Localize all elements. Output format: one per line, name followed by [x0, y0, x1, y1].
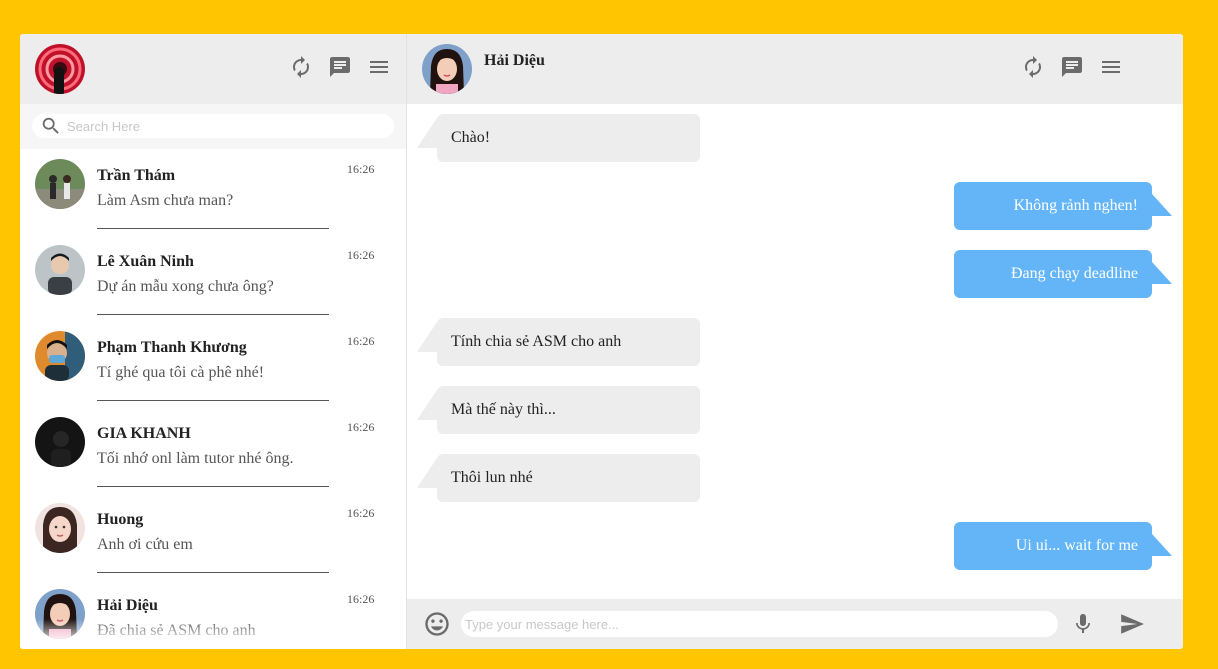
contact-name: Phạm Thanh Khương [97, 339, 247, 356]
contact-name: Hải Diệu [97, 597, 158, 614]
contact-preview: Tối nhớ onl làm tutor nhé ông. [97, 450, 294, 467]
contact-divider [97, 486, 329, 487]
microphone-icon[interactable] [1071, 611, 1095, 637]
contact-preview: Dự án mẫu xong chưa ông? [97, 278, 274, 295]
contact-item[interactable]: GIA KHANH Tối nhớ onl làm tutor nhé ông.… [20, 407, 406, 493]
contact-avatar [35, 159, 85, 209]
contact-name: GIA KHANH [97, 425, 191, 442]
message-outgoing: Đang chạy deadline [954, 250, 1172, 298]
conversation-sidebar: Trần Thám Làm Asm chưa man? 16:26 Lê Xuâ… [20, 34, 407, 649]
contact-name: Trần Thám [97, 167, 176, 184]
message-text: Không rảnh nghen! [1013, 197, 1138, 214]
chat-contact-name: Hải Diệu [484, 52, 545, 69]
search-bar [20, 104, 406, 149]
my-avatar[interactable] [35, 44, 85, 94]
search-icon [42, 117, 59, 134]
contact-avatar [35, 589, 85, 639]
contact-time: 16:26 [347, 162, 375, 176]
contact-preview: Đã chia sẻ ASM cho anh [97, 622, 256, 639]
emoji-icon[interactable] [423, 610, 451, 638]
chat-icon[interactable] [1052, 54, 1091, 80]
sidebar-header [20, 34, 406, 104]
contact-divider [97, 228, 329, 229]
message-incoming: Mà thế này thì... [417, 386, 700, 434]
contact-avatar [35, 503, 85, 553]
contact-preview: Tí ghé qua tôi cà phê nhé! [97, 364, 265, 381]
chat-app-window: Trần Thám Làm Asm chưa man? 16:26 Lê Xuâ… [20, 34, 1183, 649]
search-box [32, 114, 394, 138]
contact-avatar [35, 417, 85, 467]
sidebar-header-actions [281, 54, 398, 80]
contact-avatar [35, 245, 85, 295]
contact-item[interactable]: Lê Xuân Ninh Dự án mẫu xong chưa ông? 16… [20, 235, 406, 321]
message-incoming: Chào! [417, 114, 700, 162]
contact-time: 16:26 [347, 506, 375, 520]
message-list: Chào! Không rảnh nghen! Đang chạy deadli… [407, 104, 1183, 599]
message-outgoing: Ui ui... wait for me [954, 522, 1172, 570]
message-text: Đang chạy deadline [1010, 265, 1138, 282]
message-input[interactable] [461, 611, 1058, 637]
chat-panel: Hải Diệu Chào! Không rảnh nghen! Đang ch… [407, 34, 1183, 649]
contact-preview: Anh ơi cứu em [97, 536, 193, 553]
contact-name: Huong [97, 511, 144, 528]
contact-item[interactable]: Phạm Thanh Khương Tí ghé qua tôi cà phê … [20, 321, 406, 407]
contact-time: 16:26 [347, 248, 375, 262]
contact-divider [97, 400, 329, 401]
chat-contact-avatar[interactable] [422, 44, 472, 94]
message-text: Chào! [451, 129, 491, 146]
contact-list: Trần Thám Làm Asm chưa man? 16:26 Lê Xuâ… [20, 149, 406, 649]
message-text: Tính chia sẻ ASM cho anh [451, 333, 622, 350]
contact-name: Lê Xuân Ninh [97, 253, 194, 270]
send-icon[interactable] [1117, 611, 1147, 637]
message-text: Thôi lun nhé [451, 469, 533, 486]
contact-divider [97, 314, 329, 315]
message-incoming: Tính chia sẻ ASM cho anh [417, 318, 700, 366]
message-outgoing: Không rảnh nghen! [954, 182, 1172, 230]
chat-icon[interactable] [320, 54, 359, 80]
contact-divider [97, 572, 329, 573]
chat-header-actions [1013, 54, 1130, 80]
search-input[interactable] [67, 118, 377, 134]
chat-header: Hải Diệu [407, 34, 1183, 104]
menu-icon[interactable] [359, 54, 398, 80]
contact-item[interactable]: Hải Diệu Đã chia sẻ ASM cho anh 16:26 [20, 579, 406, 649]
contact-time: 16:26 [347, 334, 375, 348]
contact-item[interactable]: Huong Anh ơi cứu em 16:26 [20, 493, 406, 579]
menu-icon[interactable] [1091, 54, 1130, 80]
contact-time: 16:26 [347, 420, 375, 434]
contact-avatar [35, 331, 85, 381]
message-text: Mà thế này thì... [451, 401, 556, 418]
contact-item[interactable]: Trần Thám Làm Asm chưa man? 16:26 [20, 149, 406, 235]
contact-time: 16:26 [347, 592, 375, 606]
refresh-icon[interactable] [281, 54, 320, 80]
message-composer [407, 599, 1183, 649]
contact-preview: Làm Asm chưa man? [97, 192, 234, 209]
message-incoming: Thôi lun nhé [417, 454, 700, 502]
message-text: Ui ui... wait for me [1015, 537, 1138, 554]
refresh-icon[interactable] [1013, 54, 1052, 80]
